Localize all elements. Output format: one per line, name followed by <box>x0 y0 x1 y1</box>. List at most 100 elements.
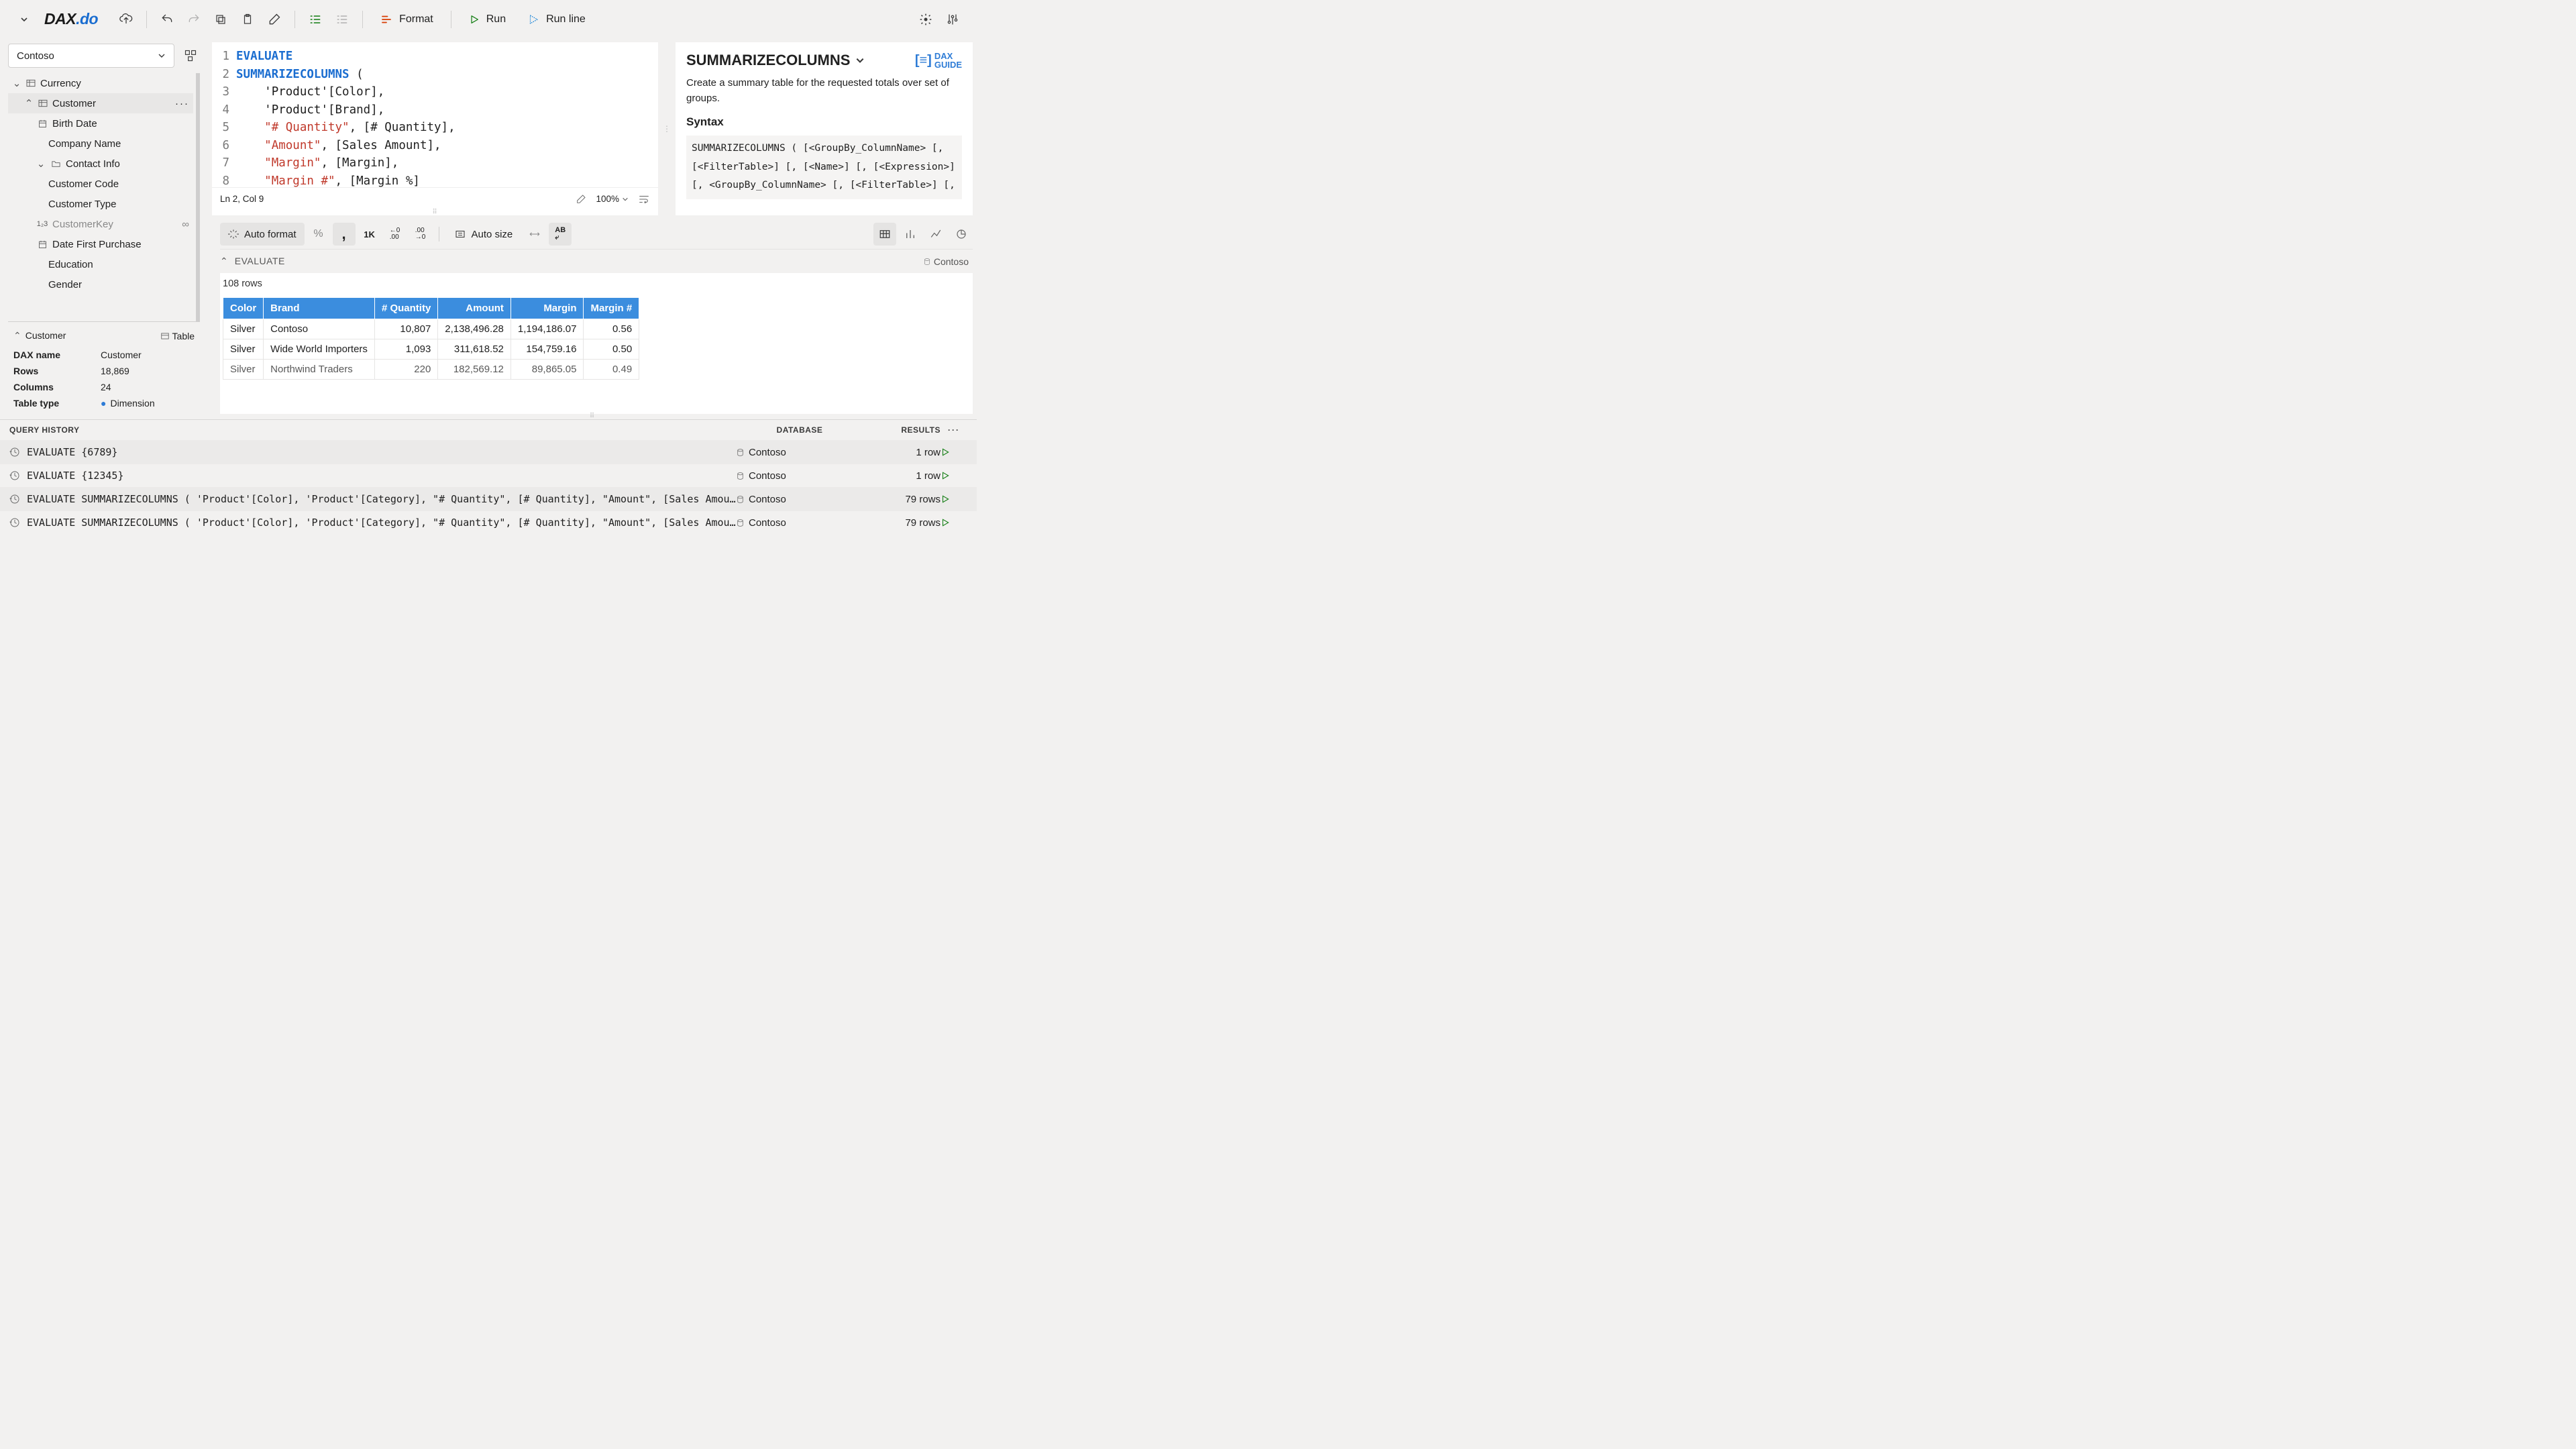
wrap-icon[interactable] <box>638 193 650 205</box>
column-header[interactable]: Brand <box>264 298 375 319</box>
tree-table-currency[interactable]: ⌄ Currency <box>8 73 193 93</box>
history-row[interactable]: EVALUATE SUMMARIZECOLUMNS ( 'Product'[Co… <box>0 487 977 511</box>
history-run-icon[interactable] <box>941 518 967 527</box>
tree-column[interactable]: Gender <box>8 274 193 294</box>
play-line-icon <box>527 13 539 25</box>
percent-icon[interactable]: % <box>307 223 330 246</box>
history-heading: QUERY HISTORY <box>9 425 736 435</box>
chevron-up-icon: ⌃ <box>13 330 21 341</box>
tree-column[interactable]: Customer Type <box>8 194 193 214</box>
props-grid: DAX nameCustomer Rows18,869 Columns24 Ta… <box>11 344 197 414</box>
results-section: Auto format % , 1K ←0.00 .00→0 Auto size… <box>208 215 977 414</box>
redo-icon[interactable] <box>182 7 206 32</box>
wrap-text-icon[interactable]: AB⤶ <box>549 223 572 246</box>
evaluate-label: EVALUATE <box>235 256 285 266</box>
line-chart-icon[interactable] <box>924 223 947 246</box>
erase-icon[interactable] <box>576 194 586 205</box>
uncomment-lines-icon[interactable] <box>330 7 354 32</box>
history-query: EVALUATE {12345} <box>27 470 124 482</box>
run-line-button[interactable]: Run line <box>518 7 595 32</box>
tree-column[interactable]: Company Name <box>8 133 193 154</box>
auto-format-label: Auto format <box>244 229 297 240</box>
tree-folder[interactable]: ⌄ Contact Info <box>8 154 193 174</box>
menu-chevron-icon[interactable] <box>12 7 36 32</box>
fit-width-icon[interactable] <box>523 223 546 246</box>
tree-column[interactable]: Date First Purchase <box>8 234 193 254</box>
play-icon <box>469 14 480 25</box>
history-row[interactable]: EVALUATE {12345} Contoso1 row <box>0 464 977 487</box>
history-run-icon[interactable] <box>941 447 967 457</box>
settings-gear-icon[interactable] <box>914 7 938 32</box>
column-header[interactable]: Color <box>223 298 264 319</box>
properties-panel: ⌃Customer Table DAX nameCustomer Rows18,… <box>8 321 200 419</box>
tree-column[interactable]: Education <box>8 254 193 274</box>
relationship-icon: ∞ <box>182 219 189 230</box>
history-db: Contoso <box>736 517 863 529</box>
horizontal-resize-handle[interactable]: ⋮ <box>661 42 673 215</box>
history-row[interactable]: EVALUATE SUMMARIZECOLUMNS ( 'Product'[Co… <box>0 511 977 534</box>
doc-description: Create a summary table for the requested… <box>686 76 962 106</box>
app-logo: DAX.do <box>44 10 98 28</box>
format-button[interactable]: Format <box>371 7 443 32</box>
table-row[interactable]: SilverContoso10,8072,138,496.281,194,186… <box>223 319 639 339</box>
undo-icon[interactable] <box>155 7 179 32</box>
history-query: EVALUATE SUMMARIZECOLUMNS ( 'Product'[Co… <box>27 517 736 529</box>
column-header[interactable]: Margin <box>511 298 584 319</box>
tree-column[interactable]: 1₂3 CustomerKey ∞ <box>8 214 193 234</box>
pie-chart-icon[interactable] <box>950 223 973 246</box>
tree-table-customer[interactable]: ⌃ Customer ··· <box>8 93 193 113</box>
thousands-icon[interactable]: 1K <box>358 223 381 246</box>
more-icon[interactable]: ··· <box>941 425 967 435</box>
dax-guide-link[interactable]: [≡] DAX GUIDE <box>915 52 962 69</box>
paste-icon[interactable] <box>235 7 260 32</box>
table-icon <box>25 78 36 89</box>
history-db: Contoso <box>736 470 863 482</box>
column-header[interactable]: Margin # <box>584 298 639 319</box>
sidebar: Contoso ⌄ Currency ⌃ Customer ··· Birth … <box>0 38 208 419</box>
bar-chart-icon[interactable] <box>899 223 922 246</box>
vertical-resize-handle[interactable]: ⠿ <box>208 414 977 419</box>
results-toolbar: Auto format % , 1K ←0.00 .00→0 Auto size… <box>220 219 973 249</box>
vertical-resize-handle[interactable]: ⠿ <box>212 210 658 215</box>
evaluate-bar[interactable]: ⌃EVALUATE Contoso <box>220 249 973 273</box>
history-run-icon[interactable] <box>941 494 967 504</box>
history-icon <box>9 494 20 504</box>
chevron-down-icon: ⌄ <box>12 77 21 89</box>
history-result: 79 rows <box>863 517 941 529</box>
table-view-icon[interactable] <box>873 223 896 246</box>
results-table-wrap: 108 rows Color Brand # Quantity Amount M… <box>220 273 973 414</box>
column-header[interactable]: # Quantity <box>374 298 437 319</box>
results-table: Color Brand # Quantity Amount Margin Mar… <box>223 297 639 380</box>
props-header[interactable]: ⌃Customer Table <box>11 327 197 344</box>
history-db: Contoso <box>736 447 863 458</box>
editor-status-bar: Ln 2, Col 9 100% <box>212 187 658 210</box>
decrease-decimals-icon[interactable]: ←0.00 <box>384 223 407 246</box>
table-row[interactable]: SilverWide World Importers1,093311,618.5… <box>223 339 639 360</box>
comment-lines-icon[interactable] <box>303 7 327 32</box>
tree-column[interactable]: Birth Date <box>8 113 193 133</box>
auto-format-button[interactable]: Auto format <box>220 223 305 246</box>
run-button[interactable]: Run <box>460 7 515 32</box>
copy-icon[interactable] <box>209 7 233 32</box>
increase-decimals-icon[interactable]: .00→0 <box>409 223 432 246</box>
tree-label: Currency <box>40 78 81 89</box>
history-result: 1 row <box>863 470 941 482</box>
comma-icon[interactable]: , <box>333 223 356 246</box>
tree-label: Customer Type <box>48 199 116 210</box>
code-editor[interactable]: 1EVALUATE 2SUMMARIZECOLUMNS ( 3 'Product… <box>212 42 658 215</box>
zoom-dropdown[interactable]: 100% <box>596 194 629 204</box>
auto-size-button[interactable]: Auto size <box>446 223 521 246</box>
more-icon[interactable]: ··· <box>175 98 189 109</box>
history-run-icon[interactable] <box>941 471 967 480</box>
cloud-sync-icon[interactable] <box>114 7 138 32</box>
numeric-icon: 1₂3 <box>36 220 48 228</box>
column-header[interactable]: Amount <box>438 298 511 319</box>
sliders-icon[interactable] <box>941 7 965 32</box>
table-row[interactable]: SilverNorthwind Traders220182,569.1289,8… <box>223 360 639 380</box>
doc-function-title[interactable]: SUMMARIZECOLUMNS <box>686 52 865 69</box>
tree-column[interactable]: Customer Code <box>8 174 193 194</box>
history-row[interactable]: EVALUATE {6789}Contoso1 row <box>0 440 977 464</box>
model-dropdown[interactable]: Contoso <box>8 44 174 68</box>
model-diagram-icon[interactable] <box>181 44 200 68</box>
erase-icon[interactable] <box>262 7 286 32</box>
